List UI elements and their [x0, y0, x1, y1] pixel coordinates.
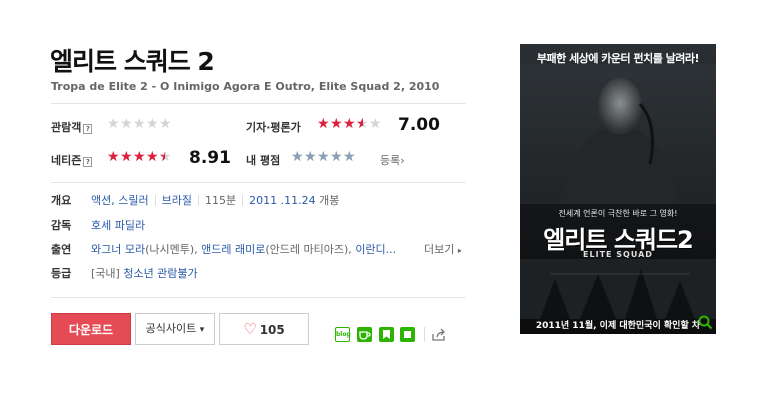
band-icon[interactable]	[400, 327, 415, 342]
cafe-icon[interactable]	[357, 327, 372, 342]
critic-rating-label: 기자·평론가	[246, 121, 301, 134]
audience-label-text: 관람객	[51, 121, 82, 134]
blog-icon[interactable]: blog	[335, 327, 351, 342]
director-link[interactable]: 호세 파딜라	[91, 217, 145, 233]
overview-label: 개요	[51, 194, 72, 207]
bookmark-glyph	[383, 330, 390, 339]
star-icon[interactable]: ★ ★	[317, 150, 330, 164]
help-icon[interactable]: ?	[83, 124, 93, 134]
star-icon: ★★	[120, 149, 133, 165]
my-rating-stars[interactable]: ★ ★ ★ ★ ★ ★ ★ ★ ★ ★	[291, 150, 356, 164]
magnifier-icon[interactable]	[697, 314, 713, 330]
director-label: 감독	[51, 219, 72, 232]
poster-art	[520, 44, 716, 334]
poster-tagline: 부패한 세상에 카운터 펀치를 날려라!	[536, 52, 700, 65]
download-button[interactable]: 다운로드	[51, 313, 131, 345]
star-icon[interactable]: ★ ★	[343, 150, 356, 164]
star-icon: ★★	[120, 116, 133, 132]
runtime: 115분	[204, 194, 237, 207]
grade-link[interactable]: 청소년 관람불가	[123, 265, 197, 281]
band-glyph	[404, 331, 411, 338]
netizen-score: 8.91	[189, 148, 231, 168]
star-icon: ★★	[159, 116, 172, 132]
director-row: 감독 호세 파딜라	[51, 217, 145, 233]
triangle-right-icon: ▸	[457, 246, 462, 255]
critic-score: 7.00	[398, 115, 440, 135]
cast-role-2: (안드레 마티아즈),	[265, 243, 352, 256]
release-date-link[interactable]: 2011 .11.24	[249, 194, 315, 207]
cast-link-1[interactable]: 와그너 모라	[91, 241, 145, 257]
star-icon: ★★	[133, 116, 146, 132]
divider	[51, 297, 466, 298]
overview-row: 개요 액션, 스릴러 브라질 115분 2011 .11.24 개봉	[51, 192, 339, 208]
audience-stars: ★★★★★★★★★★	[107, 116, 172, 132]
help-icon[interactable]: ?	[83, 157, 93, 167]
star-icon: ★★	[356, 116, 369, 132]
star-icon[interactable]: ★ ★	[304, 150, 317, 164]
separator	[197, 194, 199, 206]
release-suffix: 개봉	[319, 194, 340, 207]
grade-country: [국내]	[91, 267, 120, 280]
poster-bottom-text: 2011년 11월, 이제 대한민국이 확인할 차	[535, 321, 701, 331]
like-button[interactable]: ♡ 105	[219, 313, 309, 345]
cafe-glyph	[359, 331, 371, 340]
audience-rating-label: 관람객?	[51, 119, 93, 135]
star-icon: ★★	[330, 116, 343, 132]
star-icon: ★★	[133, 149, 146, 165]
share-glyph	[432, 328, 445, 341]
netizen-rating-label: 네티즌?	[51, 152, 93, 168]
star-icon[interactable]: ★ ★	[291, 150, 304, 164]
star-icon: ★★	[317, 116, 330, 132]
my-rating-label: 내 평점	[246, 154, 281, 167]
poster-copy: 전세계 언론이 극찬한 바로 그 영화!	[558, 209, 678, 218]
cast-link-2[interactable]: 앤드레 래미로	[201, 241, 265, 257]
netizen-stars: ★★★★★★★★★★	[107, 149, 172, 165]
genre-link[interactable]: 액션, 스릴러	[91, 192, 149, 208]
star-icon: ★★	[107, 116, 120, 132]
more-label: 더보기	[424, 243, 455, 256]
star-icon: ★★	[107, 149, 120, 165]
rating-grade-row: 등급 [국내] 청소년 관람불가	[51, 265, 198, 281]
official-site-button[interactable]: 공식사이트 ▾	[135, 313, 215, 345]
poster-subtitle: ELITE SQUAD	[583, 250, 653, 259]
caret-down-icon: ▾	[199, 325, 205, 335]
share-icon[interactable]	[431, 327, 446, 342]
star-icon: ★★	[369, 116, 382, 132]
register-rating-link[interactable]: 등록›	[380, 152, 405, 168]
star-icon[interactable]: ★ ★	[330, 150, 343, 164]
like-count: 105	[259, 323, 285, 337]
movie-subtitle: Tropa de Elite 2 - O Inimigo Agora E Out…	[51, 80, 440, 93]
grade-label: 등급	[51, 267, 72, 280]
critic-stars: ★★★★★★★★★★	[317, 116, 382, 132]
movie-title: 엘리트 스쿼드 2	[50, 47, 215, 76]
official-site-label: 공식사이트	[145, 322, 197, 335]
star-icon: ★★	[146, 149, 159, 165]
cast-row: 출연 와그너 모라 (나시멘투), 앤드레 래미로 (안드레 마티아즈), 이란디.…	[51, 241, 396, 257]
cast-label: 출연	[51, 243, 72, 256]
more-cast-link[interactable]: 더보기 ▸	[424, 241, 462, 257]
movie-poster[interactable]: 부패한 세상에 카운터 펀치를 날려라! 전세계 언론이 극찬한 바로 그 영화…	[520, 44, 716, 334]
bookmark-icon[interactable]	[379, 327, 394, 342]
divider	[51, 103, 466, 104]
separator	[154, 194, 156, 206]
netizen-label-text: 네티즌	[51, 154, 82, 167]
heart-icon: ♡	[243, 320, 257, 338]
country-link[interactable]: 브라질	[162, 192, 192, 208]
register-label: 등록	[380, 154, 401, 167]
chevron-right-icon: ›	[400, 154, 405, 167]
cast-role-1: (나시멘투),	[145, 243, 198, 256]
star-icon: ★★	[146, 116, 159, 132]
star-icon: ★★	[343, 116, 356, 132]
divider	[51, 182, 466, 183]
separator	[424, 327, 425, 342]
cast-link-3[interactable]: 이란디...	[355, 241, 396, 257]
separator	[242, 194, 244, 206]
blog-icon-text: blog	[336, 331, 351, 338]
star-icon: ★★	[159, 149, 172, 165]
